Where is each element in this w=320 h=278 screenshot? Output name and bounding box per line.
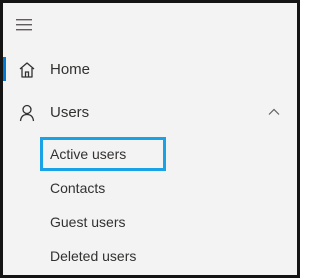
active-indicator	[3, 57, 6, 81]
subnav-item-active-users[interactable]: Active users	[50, 145, 126, 163]
nav-item-home-label: Home	[50, 61, 91, 78]
subnav-item-deleted-users[interactable]: Deleted users	[50, 247, 136, 265]
subnav-item-contacts[interactable]: Contacts	[50, 179, 105, 197]
nav-item-users[interactable]: Users	[3, 94, 297, 132]
person-icon	[17, 103, 37, 123]
hamburger-menu-icon[interactable]	[15, 15, 37, 35]
navigation-panel: Home Users Active users Contacts Guest u…	[0, 0, 300, 278]
nav-item-home[interactable]: Home	[3, 51, 297, 89]
home-icon	[17, 60, 37, 80]
nav-item-users-label: Users	[50, 104, 90, 121]
chevron-up-icon[interactable]	[266, 104, 282, 120]
subnav-item-guest-users[interactable]: Guest users	[50, 213, 125, 231]
